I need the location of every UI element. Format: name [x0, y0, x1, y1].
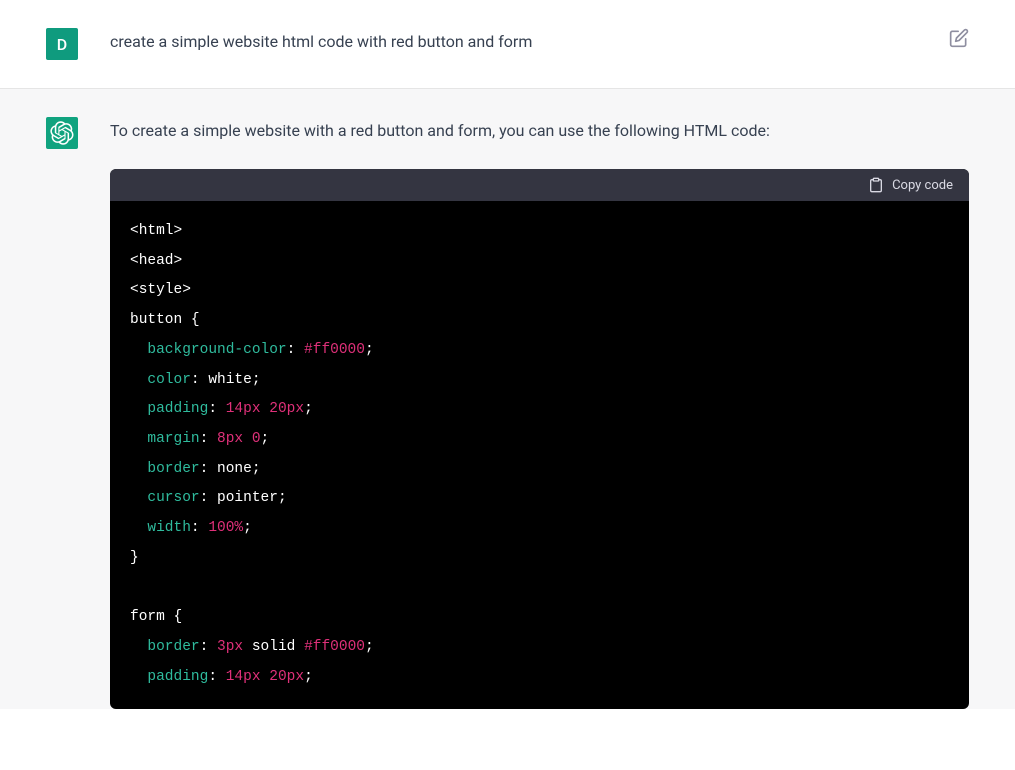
assistant-message-content: To create a simple website with a red bu…	[110, 117, 969, 709]
assistant-message-text: To create a simple website with a red bu…	[110, 117, 969, 145]
code-block: Copy code <html> <head> <style> button {…	[110, 169, 969, 709]
code-block-header: Copy code	[110, 169, 969, 201]
copy-code-button[interactable]: Copy code	[868, 177, 953, 193]
user-avatar: D	[46, 28, 78, 60]
clipboard-icon	[868, 177, 884, 193]
user-message-row: D create a simple website html code with…	[0, 0, 1015, 89]
assistant-message-row: To create a simple website with a red bu…	[0, 89, 1015, 709]
edit-icon[interactable]	[949, 28, 969, 48]
openai-logo-icon	[50, 121, 74, 145]
user-avatar-letter: D	[57, 35, 67, 54]
user-message-text: create a simple website html code with r…	[110, 28, 969, 56]
user-message-content: create a simple website html code with r…	[110, 28, 969, 56]
code-body[interactable]: <html> <head> <style> button { backgroun…	[110, 201, 969, 709]
copy-code-label: Copy code	[892, 178, 953, 193]
assistant-avatar	[46, 117, 78, 149]
